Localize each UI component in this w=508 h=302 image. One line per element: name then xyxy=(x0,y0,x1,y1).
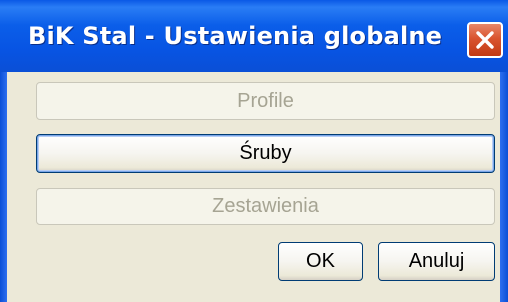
close-button[interactable] xyxy=(467,22,503,58)
ok-button-label: OK xyxy=(306,250,335,272)
profile-button: Profile xyxy=(36,82,495,120)
title-bar[interactable]: BiK Stal - Ustawienia globalne xyxy=(0,0,508,72)
ok-button[interactable]: OK xyxy=(278,242,363,281)
dialog-window: BiK Stal - Ustawienia globalne Profile Ś… xyxy=(0,0,508,302)
cancel-button[interactable]: Anuluj xyxy=(378,242,495,281)
close-icon xyxy=(476,31,494,49)
dialog-content: Profile Śruby Zestawienia OK Anuluj xyxy=(7,72,500,302)
zestawienia-button-label: Zestawienia xyxy=(212,195,319,217)
zestawienia-button: Zestawienia xyxy=(36,188,495,225)
window-title: BiK Stal - Ustawienia globalne xyxy=(28,22,443,50)
window-frame-left xyxy=(0,72,7,302)
window-frame-right xyxy=(500,72,508,302)
sruby-button-label: Śruby xyxy=(239,142,292,164)
sruby-button[interactable]: Śruby xyxy=(36,134,495,173)
cancel-button-label: Anuluj xyxy=(408,250,465,272)
profile-button-label: Profile xyxy=(237,89,294,112)
